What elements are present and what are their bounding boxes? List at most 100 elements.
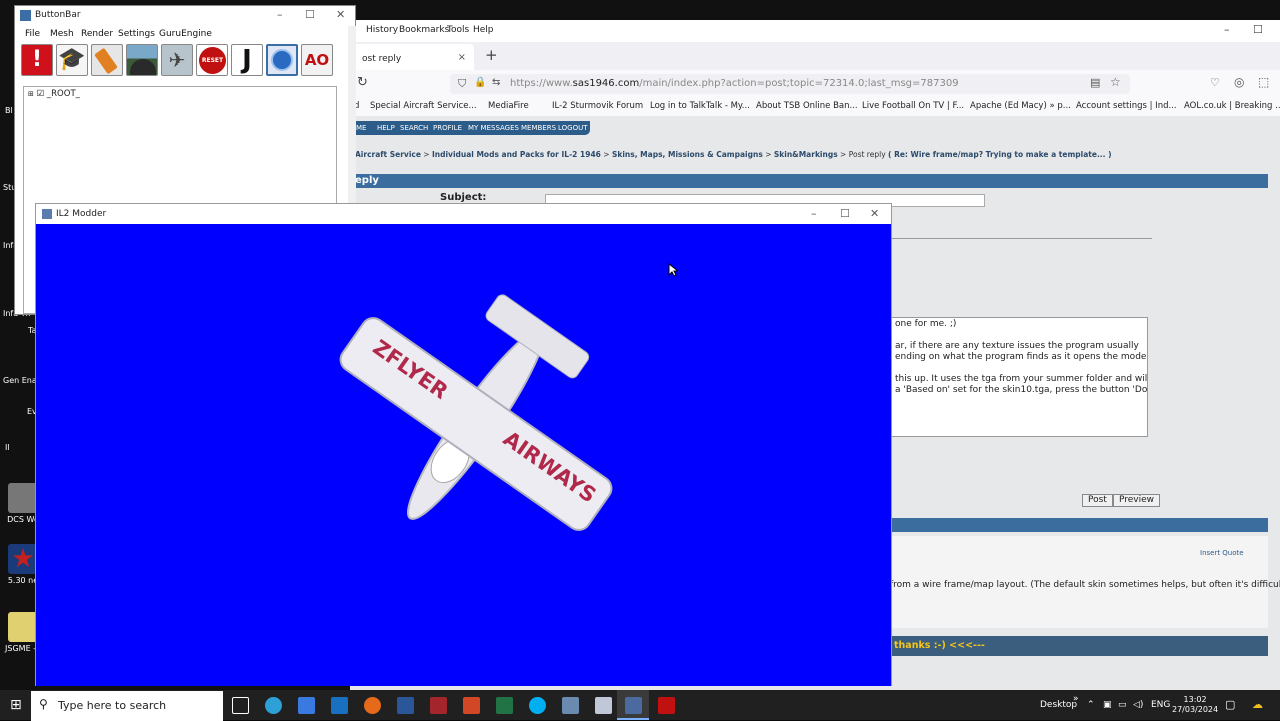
weather-icon[interactable]: ☁ (1252, 698, 1263, 711)
bookmark-item[interactable]: Log in to TalkTalk - My... (650, 101, 750, 111)
excel-icon[interactable] (496, 697, 513, 714)
nav-messages[interactable]: MY MESSAGES (468, 124, 519, 132)
menu-guruengine[interactable]: GuruEngine (159, 29, 212, 39)
bookmark-item[interactable]: About TSB Online Ban... (756, 101, 858, 111)
address-bar[interactable]: ⛉ 🔒 ⇆ https://www.sas1946.com/main/index… (450, 74, 1130, 94)
taskbar: ⊞ ⚲ Type here to search Desktop » ⌃ ▣ ▭ … (0, 690, 1280, 721)
bookmark-item[interactable]: Apache (Ed Macy) » p... (970, 101, 1071, 111)
bookmark-item[interactable]: Account settings | Ind... (1076, 101, 1177, 111)
nav-profile[interactable]: PROFILE (433, 124, 462, 132)
app-icon[interactable] (595, 697, 612, 714)
close-icon[interactable]: ✕ (336, 8, 345, 21)
globe-tool-button[interactable] (266, 44, 298, 76)
tray-up-icon[interactable]: ⌃ (1087, 700, 1095, 710)
edge-icon[interactable] (265, 697, 282, 714)
minimize-icon[interactable]: – (811, 207, 817, 220)
aircraft-tool-button[interactable]: ✈ (161, 44, 193, 76)
notifications-icon[interactable]: ▢ (1225, 698, 1235, 711)
checkbox-icon[interactable]: ☑ (37, 89, 45, 99)
menu-history[interactable]: History (366, 25, 398, 35)
menu-file[interactable]: File (25, 29, 40, 39)
firefox-icon[interactable] (364, 697, 381, 714)
permissions-icon[interactable]: ⇆ (492, 77, 500, 88)
store-icon[interactable] (298, 697, 315, 714)
quote-text: from a wire frame/map layout. (The defau… (890, 580, 1280, 590)
minimize-icon[interactable]: – (1224, 23, 1230, 36)
chevron-icon[interactable]: » (1073, 694, 1079, 704)
3d-viewport[interactable]: ZFLYER AIRWAYS (36, 224, 891, 686)
menu-tools[interactable]: Tools (447, 25, 469, 35)
crumb[interactable]: Skin&Markings (774, 150, 838, 159)
powerpoint-icon[interactable] (463, 697, 480, 714)
network-icon[interactable]: ▭ (1118, 700, 1127, 710)
ao-tool-button[interactable]: AO (301, 44, 333, 76)
nav-search[interactable]: SEARCH (400, 124, 428, 132)
nav-help[interactable]: HELP (377, 124, 395, 132)
bookmark-item[interactable]: IL-2 Sturmovik Forum (552, 101, 643, 111)
post-button[interactable]: Post (1082, 494, 1113, 507)
bookmark-item[interactable]: MediaFire (488, 101, 529, 111)
pocket-icon[interactable]: ♡ (1210, 76, 1220, 89)
star-icon: ★ (8, 544, 38, 574)
reload-icon[interactable]: ↻ (357, 75, 368, 90)
account-icon[interactable]: ◎ (1234, 75, 1244, 89)
nav-logout[interactable]: LOGOUT (558, 124, 588, 132)
window-title: ButtonBar (35, 10, 81, 20)
menu-render[interactable]: Render (81, 29, 113, 39)
active-taskbar-app[interactable] (617, 690, 649, 720)
preview-button[interactable]: Preview (1113, 494, 1161, 507)
expand-icon[interactable]: ⊞ (28, 90, 34, 98)
eraser-tool-button[interactable] (91, 44, 123, 76)
alert-tool-button[interactable]: ! (21, 44, 53, 76)
mail-icon[interactable] (331, 697, 348, 714)
extensions-icon[interactable]: ⬚ (1258, 75, 1269, 89)
menu-mesh[interactable]: Mesh (50, 29, 74, 39)
tab-post-reply[interactable]: ost reply × (352, 44, 474, 70)
taskbar-search[interactable]: ⚲ Type here to search (31, 691, 223, 721)
app-logo-icon (42, 209, 52, 219)
word-icon[interactable] (397, 697, 414, 714)
windows-start-icon[interactable]: ⊞ (10, 697, 22, 713)
insert-quote-link[interactable]: Insert Quote (1200, 549, 1244, 557)
menu-help[interactable]: Help (473, 25, 494, 35)
desktop-label[interactable]: Desktop (1040, 700, 1077, 710)
nav-home[interactable]: ME (356, 124, 366, 132)
app-icon[interactable] (562, 697, 579, 714)
new-tab-button[interactable]: + (485, 46, 498, 64)
menu-settings[interactable]: Settings (118, 29, 155, 39)
bookmark-item[interactable]: AOL.co.uk | Breaking ... (1184, 101, 1280, 111)
hook-tool-button[interactable]: J (231, 44, 263, 76)
message-textarea[interactable]: one for me. ;) ar, if there are any text… (890, 317, 1148, 437)
cockpit-tool-button[interactable] (126, 44, 158, 76)
minimize-icon[interactable]: – (277, 8, 283, 21)
aircraft-app-icon[interactable] (658, 697, 675, 714)
clock[interactable]: 13:02 27/03/2024 (1172, 695, 1218, 715)
bookmark-item[interactable]: Live Football On TV | F... (862, 101, 964, 111)
language-indicator[interactable]: ENG (1151, 700, 1170, 710)
lock-icon[interactable]: 🔒 (474, 77, 486, 88)
crumb[interactable]: Aircraft Service (355, 150, 421, 159)
divider (890, 238, 1152, 239)
tray-icon[interactable]: ▣ (1103, 700, 1112, 710)
tab-close-icon[interactable]: × (458, 52, 466, 63)
nav-members[interactable]: MEMBERS (521, 124, 556, 132)
bookmark-star-icon[interactable]: ☆ (1110, 75, 1121, 89)
menu-bookmarks[interactable]: Bookmarks (399, 25, 449, 35)
tree-node-root[interactable]: ⊞ ☑ _ROOT_ (28, 89, 80, 99)
skype-icon[interactable] (529, 697, 546, 714)
crumb[interactable]: Individual Mods and Packs for IL-2 1946 (432, 150, 601, 159)
close-icon[interactable]: ✕ (870, 207, 879, 220)
graduation-cap-tool-button[interactable]: 🎓 (56, 44, 88, 76)
bookmark-item[interactable]: Special Aircraft Service... (370, 101, 477, 111)
reader-view-icon[interactable]: ▤ (1090, 76, 1100, 89)
task-view-icon[interactable] (232, 697, 249, 714)
crumb[interactable]: Skins, Maps, Missions & Campaigns (612, 150, 763, 159)
maximize-icon[interactable]: ☐ (1253, 23, 1263, 36)
volume-icon[interactable]: ◁) (1133, 700, 1143, 710)
maximize-icon[interactable]: ☐ (305, 8, 315, 21)
reset-tool-button[interactable]: RESET (196, 44, 228, 76)
access-icon[interactable] (430, 697, 447, 714)
breadcrumb: Aircraft Service > Individual Mods and P… (355, 150, 1112, 159)
shield-icon[interactable]: ⛉ (458, 77, 466, 91)
maximize-icon[interactable]: ☐ (840, 207, 850, 220)
